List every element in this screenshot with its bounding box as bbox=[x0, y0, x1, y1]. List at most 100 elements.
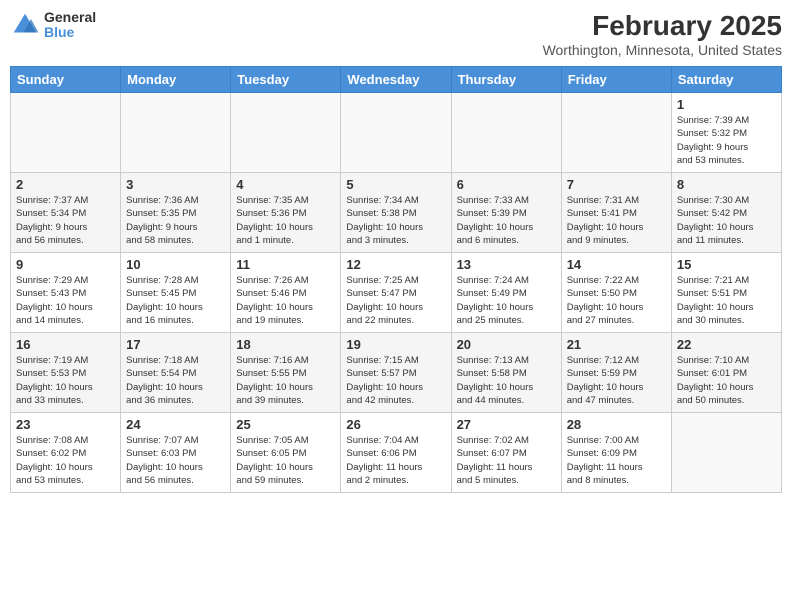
calendar-day-cell: 8 Sunrise: 7:30 AM Sunset: 5:42 PM Daylig… bbox=[671, 173, 781, 253]
calendar-day-cell: 23 Sunrise: 7:08 AM Sunset: 6:02 PM Dayli… bbox=[11, 413, 121, 493]
calendar-day-cell: 16Sunrise: 7:19 AM Sunset: 5:53 PM Dayli… bbox=[11, 333, 121, 413]
day-number: 4 bbox=[236, 177, 335, 192]
calendar-week-row: 23 Sunrise: 7:08 AM Sunset: 6:02 PM Dayli… bbox=[11, 413, 782, 493]
month-year-title: February 2025 bbox=[543, 10, 782, 42]
day-info: Sunrise: 7:05 AM Sunset: 6:05 PM Dayligh… bbox=[236, 434, 335, 487]
calendar-day-cell: 1 Sunrise: 7:39 AM Sunset: 5:32 PM Daylig… bbox=[671, 93, 781, 173]
page-header: General Blue February 2025 Worthington, … bbox=[10, 10, 782, 58]
day-number: 14 bbox=[567, 257, 666, 272]
day-info: Sunrise: 7:10 AM Sunset: 6:01 PM Dayligh… bbox=[677, 354, 776, 407]
calendar-day-cell: 11 Sunrise: 7:26 AM Sunset: 5:46 PM Dayli… bbox=[231, 253, 341, 333]
day-number: 15 bbox=[677, 257, 776, 272]
calendar-day-header: Saturday bbox=[671, 67, 781, 93]
day-info: Sunrise: 7:33 AM Sunset: 5:39 PM Dayligh… bbox=[457, 194, 556, 247]
day-number: 25 bbox=[236, 417, 335, 432]
calendar-day-header: Monday bbox=[121, 67, 231, 93]
day-info: Sunrise: 7:34 AM Sunset: 5:38 PM Dayligh… bbox=[346, 194, 445, 247]
day-info: Sunrise: 7:30 AM Sunset: 5:42 PM Dayligh… bbox=[677, 194, 776, 247]
logo-blue: Blue bbox=[44, 25, 96, 40]
calendar-day-cell: 27 Sunrise: 7:02 AM Sunset: 6:07 PM Dayli… bbox=[451, 413, 561, 493]
calendar-day-cell: 4Sunrise: 7:35 AM Sunset: 5:36 PM Daylig… bbox=[231, 173, 341, 253]
day-info: Sunrise: 7:26 AM Sunset: 5:46 PM Dayligh… bbox=[236, 274, 335, 327]
logo-general: General bbox=[44, 10, 96, 25]
day-info: Sunrise: 7:21 AM Sunset: 5:51 PM Dayligh… bbox=[677, 274, 776, 327]
calendar-day-cell bbox=[121, 93, 231, 173]
calendar-day-cell bbox=[671, 413, 781, 493]
day-number: 23 bbox=[16, 417, 115, 432]
day-info: Sunrise: 7:37 AM Sunset: 5:34 PM Dayligh… bbox=[16, 194, 115, 247]
day-info: Sunrise: 7:08 AM Sunset: 6:02 PM Dayligh… bbox=[16, 434, 115, 487]
calendar-week-row: 16Sunrise: 7:19 AM Sunset: 5:53 PM Dayli… bbox=[11, 333, 782, 413]
day-info: Sunrise: 7:29 AM Sunset: 5:43 PM Dayligh… bbox=[16, 274, 115, 327]
calendar-day-cell: 2 Sunrise: 7:37 AM Sunset: 5:34 PM Daylig… bbox=[11, 173, 121, 253]
calendar-day-cell: 25 Sunrise: 7:05 AM Sunset: 6:05 PM Dayli… bbox=[231, 413, 341, 493]
calendar-week-row: 2 Sunrise: 7:37 AM Sunset: 5:34 PM Daylig… bbox=[11, 173, 782, 253]
calendar-day-cell: 19 Sunrise: 7:15 AM Sunset: 5:57 PM Dayli… bbox=[341, 333, 451, 413]
day-info: Sunrise: 7:18 AM Sunset: 5:54 PM Dayligh… bbox=[126, 354, 225, 407]
day-info: Sunrise: 7:07 AM Sunset: 6:03 PM Dayligh… bbox=[126, 434, 225, 487]
calendar-day-header: Tuesday bbox=[231, 67, 341, 93]
day-info: Sunrise: 7:00 AM Sunset: 6:09 PM Dayligh… bbox=[567, 434, 666, 487]
title-block: February 2025 Worthington, Minnesota, Un… bbox=[543, 10, 782, 58]
day-info: Sunrise: 7:15 AM Sunset: 5:57 PM Dayligh… bbox=[346, 354, 445, 407]
day-number: 27 bbox=[457, 417, 556, 432]
calendar-day-cell bbox=[341, 93, 451, 173]
calendar-day-header: Thursday bbox=[451, 67, 561, 93]
calendar-day-cell: 5Sunrise: 7:34 AM Sunset: 5:38 PM Daylig… bbox=[341, 173, 451, 253]
day-number: 9 bbox=[16, 257, 115, 272]
calendar-day-cell: 20Sunrise: 7:13 AM Sunset: 5:58 PM Dayli… bbox=[451, 333, 561, 413]
day-number: 2 bbox=[16, 177, 115, 192]
day-number: 6 bbox=[457, 177, 556, 192]
location-subtitle: Worthington, Minnesota, United States bbox=[543, 42, 782, 58]
day-number: 28 bbox=[567, 417, 666, 432]
day-number: 26 bbox=[346, 417, 445, 432]
calendar-header-row: SundayMondayTuesdayWednesdayThursdayFrid… bbox=[11, 67, 782, 93]
day-number: 24 bbox=[126, 417, 225, 432]
day-info: Sunrise: 7:39 AM Sunset: 5:32 PM Dayligh… bbox=[677, 114, 776, 167]
calendar-day-cell: 12Sunrise: 7:25 AM Sunset: 5:47 PM Dayli… bbox=[341, 253, 451, 333]
calendar-day-cell: 21Sunrise: 7:12 AM Sunset: 5:59 PM Dayli… bbox=[561, 333, 671, 413]
calendar-week-row: 9 Sunrise: 7:29 AM Sunset: 5:43 PM Daylig… bbox=[11, 253, 782, 333]
day-info: Sunrise: 7:19 AM Sunset: 5:53 PM Dayligh… bbox=[16, 354, 115, 407]
calendar-day-cell: 15 Sunrise: 7:21 AM Sunset: 5:51 PM Dayli… bbox=[671, 253, 781, 333]
day-number: 18 bbox=[236, 337, 335, 352]
day-number: 7 bbox=[567, 177, 666, 192]
day-number: 17 bbox=[126, 337, 225, 352]
calendar-day-cell: 14 Sunrise: 7:22 AM Sunset: 5:50 PM Dayli… bbox=[561, 253, 671, 333]
day-info: Sunrise: 7:22 AM Sunset: 5:50 PM Dayligh… bbox=[567, 274, 666, 327]
day-info: Sunrise: 7:28 AM Sunset: 5:45 PM Dayligh… bbox=[126, 274, 225, 327]
day-info: Sunrise: 7:25 AM Sunset: 5:47 PM Dayligh… bbox=[346, 274, 445, 327]
day-number: 11 bbox=[236, 257, 335, 272]
calendar-day-cell: 28 Sunrise: 7:00 AM Sunset: 6:09 PM Dayli… bbox=[561, 413, 671, 493]
day-info: Sunrise: 7:24 AM Sunset: 5:49 PM Dayligh… bbox=[457, 274, 556, 327]
calendar-day-cell: 17 Sunrise: 7:18 AM Sunset: 5:54 PM Dayli… bbox=[121, 333, 231, 413]
calendar-day-header: Sunday bbox=[11, 67, 121, 93]
day-number: 13 bbox=[457, 257, 556, 272]
calendar-day-header: Wednesday bbox=[341, 67, 451, 93]
day-number: 8 bbox=[677, 177, 776, 192]
calendar-table: SundayMondayTuesdayWednesdayThursdayFrid… bbox=[10, 66, 782, 493]
calendar-day-cell: 18 Sunrise: 7:16 AM Sunset: 5:55 PM Dayli… bbox=[231, 333, 341, 413]
day-info: Sunrise: 7:31 AM Sunset: 5:41 PM Dayligh… bbox=[567, 194, 666, 247]
calendar-day-cell: 26 Sunrise: 7:04 AM Sunset: 6:06 PM Dayli… bbox=[341, 413, 451, 493]
day-info: Sunrise: 7:13 AM Sunset: 5:58 PM Dayligh… bbox=[457, 354, 556, 407]
day-info: Sunrise: 7:12 AM Sunset: 5:59 PM Dayligh… bbox=[567, 354, 666, 407]
calendar-day-cell: 7 Sunrise: 7:31 AM Sunset: 5:41 PM Daylig… bbox=[561, 173, 671, 253]
day-number: 19 bbox=[346, 337, 445, 352]
day-info: Sunrise: 7:16 AM Sunset: 5:55 PM Dayligh… bbox=[236, 354, 335, 407]
calendar-day-cell bbox=[561, 93, 671, 173]
calendar-day-cell: 22 Sunrise: 7:10 AM Sunset: 6:01 PM Dayli… bbox=[671, 333, 781, 413]
calendar-day-cell: 9 Sunrise: 7:29 AM Sunset: 5:43 PM Daylig… bbox=[11, 253, 121, 333]
day-number: 3 bbox=[126, 177, 225, 192]
day-info: Sunrise: 7:36 AM Sunset: 5:35 PM Dayligh… bbox=[126, 194, 225, 247]
day-info: Sunrise: 7:04 AM Sunset: 6:06 PM Dayligh… bbox=[346, 434, 445, 487]
calendar-day-cell bbox=[451, 93, 561, 173]
calendar-week-row: 1 Sunrise: 7:39 AM Sunset: 5:32 PM Daylig… bbox=[11, 93, 782, 173]
day-info: Sunrise: 7:02 AM Sunset: 6:07 PM Dayligh… bbox=[457, 434, 556, 487]
calendar-day-cell: 6 Sunrise: 7:33 AM Sunset: 5:39 PM Daylig… bbox=[451, 173, 561, 253]
calendar-day-cell bbox=[11, 93, 121, 173]
day-number: 1 bbox=[677, 97, 776, 112]
day-number: 22 bbox=[677, 337, 776, 352]
logo-text: General Blue bbox=[44, 10, 96, 41]
logo: General Blue bbox=[10, 10, 96, 41]
